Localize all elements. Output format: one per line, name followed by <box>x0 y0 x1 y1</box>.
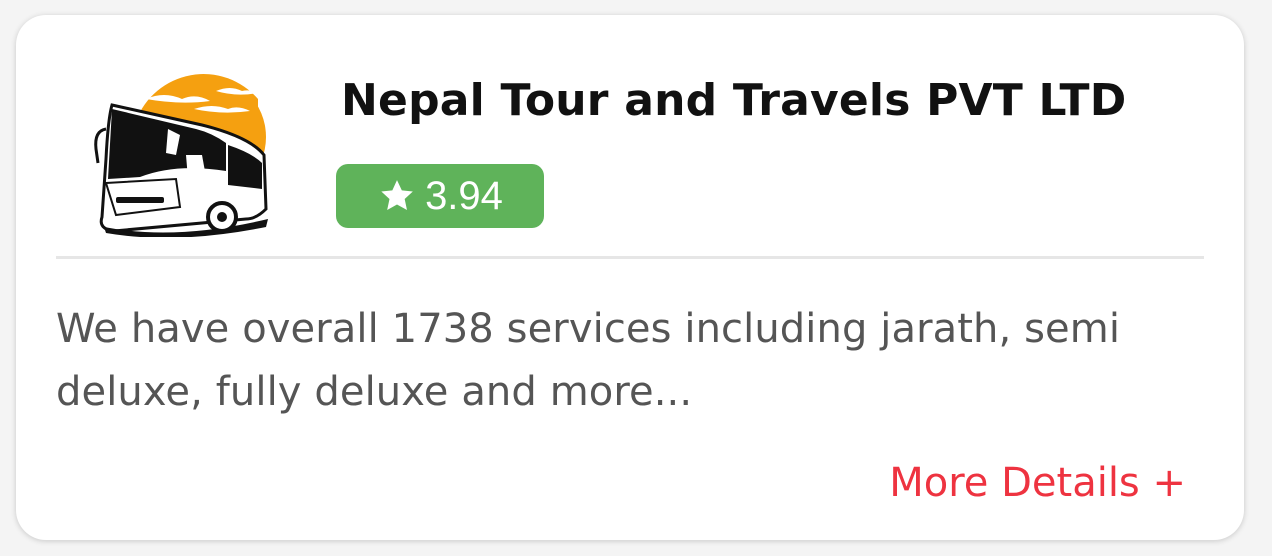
company-name: Nepal Tour and Travels PVT LTD <box>341 75 1127 126</box>
star-icon <box>381 180 413 210</box>
service-description: We have overall 1738 services including … <box>56 306 1121 415</box>
agency-card[interactable]: Nepal Tour and Travels PVT LTD 3.94 We h… <box>16 15 1244 540</box>
rating-value: 3.94 <box>425 174 503 218</box>
rating-badge: 3.94 <box>336 164 544 228</box>
divider <box>56 256 1204 259</box>
more-details-link[interactable]: More Details + <box>889 455 1186 511</box>
bus-logo-icon <box>76 59 276 237</box>
